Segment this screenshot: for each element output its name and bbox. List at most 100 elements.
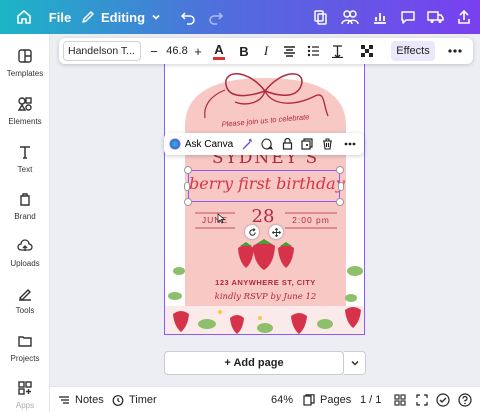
sidebar-item-label: Text bbox=[17, 165, 33, 174]
cursor-pointer-icon bbox=[217, 211, 226, 229]
move-icon[interactable] bbox=[269, 225, 283, 239]
chevron-down-icon bbox=[350, 358, 360, 368]
align-center-icon[interactable] bbox=[279, 38, 299, 64]
text-color-button[interactable]: A bbox=[209, 38, 229, 64]
comment-icon[interactable] bbox=[396, 0, 420, 34]
effects-button[interactable]: Effects bbox=[391, 41, 435, 61]
text-color-swatch bbox=[213, 56, 225, 60]
rotate-icon[interactable] bbox=[245, 225, 259, 239]
duplicate-icon[interactable] bbox=[298, 133, 316, 155]
help-icon[interactable] bbox=[458, 387, 472, 412]
transparency-icon[interactable] bbox=[357, 38, 377, 64]
sidebar-item-tools[interactable]: Tools bbox=[0, 285, 50, 315]
analytics-icon[interactable] bbox=[368, 0, 392, 34]
magic-wand-icon[interactable] bbox=[238, 133, 256, 155]
sidebar-item-label: Templates bbox=[6, 69, 44, 78]
minus-label: − bbox=[150, 43, 158, 59]
resize-handle[interactable] bbox=[336, 166, 344, 174]
more-actions-icon[interactable] bbox=[340, 133, 360, 155]
font-size-input[interactable]: 46.8 bbox=[163, 38, 191, 64]
sidebar-item-elements[interactable]: Elements bbox=[0, 96, 50, 126]
chevron-down-icon bbox=[151, 12, 161, 22]
sidebar-item-label: Apps bbox=[15, 401, 35, 410]
left-sidebar: Templates Elements Text Brand Uploads To… bbox=[0, 34, 50, 412]
font-family-select[interactable]: Handelson T... bbox=[63, 41, 141, 61]
projects-icon bbox=[0, 333, 50, 349]
add-page-label: + Add page bbox=[224, 357, 284, 369]
sidebar-item-label: Brand bbox=[14, 212, 36, 221]
sidebar-item-label: Projects bbox=[10, 354, 40, 363]
lock-icon[interactable] bbox=[278, 133, 296, 155]
undo-icon[interactable] bbox=[176, 0, 200, 34]
truck-icon[interactable] bbox=[424, 0, 448, 34]
resize-handle[interactable] bbox=[184, 166, 192, 174]
add-page-button[interactable]: + Add page bbox=[164, 351, 344, 375]
page-count-value: 1 / 1 bbox=[360, 394, 382, 406]
redo-icon[interactable] bbox=[204, 0, 228, 34]
list-icon[interactable] bbox=[303, 38, 323, 64]
file-label: File bbox=[48, 9, 72, 25]
sidebar-item-label: Uploads bbox=[10, 259, 40, 268]
invite-address[interactable]: 123 ANYWHERE ST, CITY bbox=[185, 278, 346, 287]
sidebar-item-brand[interactable]: Brand bbox=[0, 191, 50, 221]
page-counter: 1 / 1 bbox=[360, 387, 381, 412]
grid-view-icon[interactable] bbox=[394, 387, 406, 412]
pages-button[interactable]: Pages bbox=[303, 387, 351, 412]
sidebar-item-apps[interactable]: Apps bbox=[0, 380, 50, 410]
share-icon[interactable] bbox=[452, 0, 476, 34]
invite-time[interactable]: 2:00 pm bbox=[285, 215, 337, 225]
text-color-icon: A bbox=[214, 41, 224, 57]
editing-mode-button[interactable]: Editing bbox=[82, 0, 161, 34]
sidebar-item-projects[interactable]: Projects bbox=[0, 333, 50, 363]
plus-label: + bbox=[194, 43, 202, 59]
notes-label: Notes bbox=[75, 394, 104, 406]
editing-label: Editing bbox=[100, 9, 146, 25]
sidebar-item-templates[interactable]: Templates bbox=[0, 48, 50, 78]
font-size-decrease-button[interactable]: − bbox=[147, 38, 161, 64]
brand-icon bbox=[0, 191, 50, 207]
zoom-level[interactable]: 64% bbox=[271, 387, 293, 412]
zoom-value: 64% bbox=[271, 394, 294, 406]
invite-month[interactable]: JUNE bbox=[195, 215, 235, 225]
check-icon[interactable] bbox=[436, 387, 450, 412]
spacing-icon[interactable] bbox=[327, 38, 347, 64]
uploads-icon bbox=[0, 238, 50, 254]
delete-icon[interactable] bbox=[318, 133, 336, 155]
resize-handle[interactable] bbox=[184, 182, 190, 191]
font-name-label: Handelson T... bbox=[68, 45, 135, 57]
pages-icon bbox=[303, 394, 315, 406]
sidebar-item-text[interactable]: Text bbox=[0, 144, 50, 174]
context-toolbar: Ask Canva bbox=[164, 133, 364, 155]
text-selection-box[interactable] bbox=[184, 166, 344, 206]
resize-icon[interactable] bbox=[308, 0, 332, 34]
sidebar-item-label: Tools bbox=[15, 306, 35, 315]
effects-label: Effects bbox=[396, 45, 430, 57]
pages-label: Pages bbox=[320, 394, 352, 406]
comment-add-icon[interactable] bbox=[258, 133, 276, 155]
ask-canva-label: Ask Canva bbox=[184, 138, 234, 150]
notes-icon bbox=[58, 395, 70, 405]
timer-button[interactable]: Timer bbox=[112, 387, 157, 412]
invite-rsvp[interactable]: kindly RSVP by June 12 bbox=[185, 292, 346, 302]
notes-button[interactable]: Notes bbox=[58, 387, 104, 412]
file-menu[interactable]: File bbox=[44, 0, 76, 34]
italic-icon[interactable]: I bbox=[257, 38, 275, 64]
font-size-increase-button[interactable]: + bbox=[191, 38, 205, 64]
ask-canva-button[interactable]: Ask Canva bbox=[168, 133, 234, 155]
home-icon[interactable] bbox=[12, 0, 36, 34]
resize-handle[interactable] bbox=[336, 198, 344, 206]
text-format-toolbar: Handelson T... − 46.8 + A B I Effects bbox=[59, 38, 473, 64]
add-page-dropdown[interactable] bbox=[344, 351, 366, 375]
fullscreen-icon[interactable] bbox=[416, 387, 428, 412]
sidebar-item-uploads[interactable]: Uploads bbox=[0, 238, 50, 268]
resize-handle[interactable] bbox=[184, 198, 192, 206]
bottom-bar: Notes Timer 64% Pages 1 / 1 bbox=[50, 386, 480, 412]
bold-icon[interactable]: B bbox=[235, 38, 253, 64]
invite-day[interactable]: 28 bbox=[245, 206, 281, 227]
sidebar-item-label: Elements bbox=[8, 117, 42, 126]
timer-icon bbox=[112, 394, 124, 406]
people-icon[interactable] bbox=[338, 0, 362, 34]
top-bar: File Editing bbox=[0, 0, 480, 34]
more-options-icon[interactable] bbox=[445, 38, 465, 64]
resize-handle[interactable] bbox=[338, 182, 344, 191]
